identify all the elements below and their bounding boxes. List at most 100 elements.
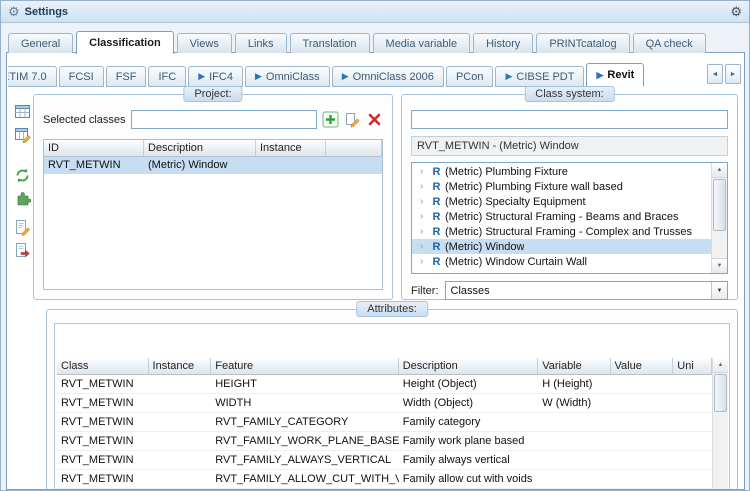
cell <box>611 470 674 488</box>
export-document-icon[interactable] <box>14 242 31 259</box>
scroll-up-icon[interactable]: ▲ <box>713 358 728 373</box>
tree-scrollbar[interactable]: ▲ ▼ <box>711 163 727 273</box>
attributes-table-header: ClassInstanceFeatureDescriptionVariableV… <box>57 358 712 375</box>
table-row[interactable]: RVT_METWINRVT_FAMILY_CATEGORYFamily cate… <box>57 413 712 432</box>
edit-document-icon[interactable] <box>14 219 31 236</box>
attributes-group: Attributes: ClassInstanceFeatureDescript… <box>46 309 738 490</box>
tree-item-label: (Metric) Plumbing Fixture <box>445 166 568 178</box>
table-row[interactable]: RVT_METWINRVT_FAMILY_WORK_PLANE_BASEDFam… <box>57 432 712 451</box>
table-row[interactable]: RVT_METWINHEIGHTHeight (Object)H (Height… <box>57 375 712 394</box>
tree-item[interactable]: ›R(Metric) Specialty Equipment <box>412 194 711 209</box>
subtab-arrow-icon: ▶ <box>255 71 262 82</box>
subtab-fcsi[interactable]: FCSI <box>59 66 104 87</box>
column-header-description[interactable]: Description <box>399 358 538 375</box>
delete-class-button[interactable] <box>366 111 383 128</box>
selected-classes-input[interactable] <box>131 110 317 129</box>
column-header-filler[interactable] <box>326 140 382 157</box>
class-tree: ›R(Metric) Plumbing Fixture›R(Metric) Pl… <box>411 162 728 274</box>
chevron-right-icon[interactable]: › <box>420 254 428 269</box>
add-class-button[interactable] <box>322 111 339 128</box>
tab-history[interactable]: History <box>473 33 533 53</box>
column-header-instance[interactable]: Instance <box>149 358 212 375</box>
gear-icon[interactable]: ⚙ <box>730 5 742 18</box>
tree-item[interactable]: ›R(Metric) Window Curtain Wall <box>412 254 711 269</box>
scrollbar-thumb[interactable] <box>714 374 727 412</box>
chevron-right-icon[interactable]: › <box>420 209 428 224</box>
filter-dropdown[interactable]: Classes ▼ <box>445 281 729 300</box>
subtab-omniclass-2006[interactable]: ▶OmniClass 2006 <box>332 66 444 87</box>
chevron-right-icon[interactable]: › <box>420 224 428 239</box>
cell <box>149 413 212 431</box>
tab-links[interactable]: Links <box>235 33 287 53</box>
subtab-label: IFC <box>158 71 176 83</box>
chevron-right-icon[interactable]: › <box>420 164 428 179</box>
column-header-variable[interactable]: Variable <box>538 358 610 375</box>
tab-general[interactable]: General <box>8 33 73 53</box>
subtab-pcon[interactable]: PCon <box>446 66 494 87</box>
dropdown-arrow-icon[interactable]: ▼ <box>711 282 727 299</box>
subtab-scroll-right-button[interactable]: ► <box>725 64 741 84</box>
tree-item-label: (Metric) Specialty Equipment <box>445 196 586 208</box>
scroll-down-icon[interactable]: ▼ <box>712 258 727 273</box>
tab-translation[interactable]: Translation <box>290 33 370 53</box>
chevron-right-icon[interactable]: › <box>420 194 428 209</box>
delete-x-icon <box>366 111 383 128</box>
plugin-green-icon[interactable] <box>14 190 31 207</box>
column-header-feature[interactable]: Feature <box>211 358 398 375</box>
scrollbar-thumb[interactable] <box>713 179 726 231</box>
subtab-ifc[interactable]: IFC <box>148 66 186 87</box>
table-icon[interactable] <box>14 103 31 120</box>
tab-qa-check[interactable]: QA check <box>633 33 706 53</box>
cell <box>611 375 674 393</box>
tree-item[interactable]: ›R(Metric) Plumbing Fixture wall based <box>412 179 711 194</box>
tree-item[interactable]: ›R(Metric) Plumbing Fixture <box>412 164 711 179</box>
column-header-id[interactable]: ID <box>44 140 144 157</box>
subtab-label: FCSI <box>69 71 94 83</box>
table-row[interactable]: RVT_METWIN(Metric) Window <box>44 157 382 174</box>
cell <box>673 413 712 431</box>
subtab-etim-7-0[interactable]: ETIM 7.0 <box>8 66 57 87</box>
tab-media-variable[interactable]: Media variable <box>373 33 471 53</box>
tree-item[interactable]: ›R(Metric) Structural Framing - Beams an… <box>412 209 711 224</box>
cell: HEIGHT <box>211 375 399 393</box>
tree-item[interactable]: ›R(Metric) Window <box>412 239 711 254</box>
table-row[interactable]: RVT_METWINRVT_FAMILY_ALLOW_CUT_WITH_VOID… <box>57 470 712 489</box>
sync-green-icon[interactable] <box>14 167 31 184</box>
table-row[interactable]: RVT_METWINRVT_FAMILY_ALWAYS_VERTICALFami… <box>57 451 712 470</box>
cell <box>256 157 326 174</box>
cell: RVT_METWIN <box>57 432 149 450</box>
subtab-omniclass[interactable]: ▶OmniClass <box>245 66 330 87</box>
column-header-description[interactable]: Description <box>144 140 256 157</box>
edit-class-button[interactable] <box>344 111 361 128</box>
scroll-up-icon[interactable]: ▲ <box>712 163 727 178</box>
tab-views[interactable]: Views <box>177 33 232 53</box>
column-header-uni[interactable]: Uni <box>673 358 712 375</box>
filter-value: Classes <box>446 285 712 297</box>
attributes-scrollbar[interactable]: ▲ <box>712 358 728 490</box>
chevron-right-icon[interactable]: › <box>420 179 428 194</box>
class-search-input[interactable] <box>411 110 728 129</box>
subtab-scroll-left-button[interactable]: ◄ <box>707 64 723 84</box>
column-header-value[interactable]: Value <box>611 358 674 375</box>
cell <box>149 470 212 488</box>
column-header-instance[interactable]: Instance <box>256 140 326 157</box>
main-tab-bar: GeneralClassificationViewsLinksTranslati… <box>8 30 706 53</box>
subtab-revit[interactable]: ▶Revit <box>586 63 644 87</box>
column-header-class[interactable]: Class <box>57 358 149 375</box>
tree-item[interactable]: ›R(Metric) Structural Framing - Complex … <box>412 224 711 239</box>
tab-printcatalog[interactable]: PRINTcatalog <box>536 33 629 53</box>
tab-classification[interactable]: Classification <box>76 31 174 54</box>
subtab-ifc4[interactable]: ▶IFC4 <box>188 66 243 87</box>
chevron-right-icon[interactable]: › <box>420 239 428 254</box>
table-edit-icon[interactable] <box>14 126 31 143</box>
project-table: IDDescriptionInstance RVT_METWIN(Metric)… <box>43 139 383 290</box>
revit-r-icon: R <box>431 166 442 178</box>
settings-gear-icon: ⚙ <box>8 5 20 18</box>
subtab-cibse-pdt[interactable]: ▶CIBSE PDT <box>495 66 584 87</box>
subtab-label: Revit <box>607 69 634 81</box>
tree-item-label: (Metric) Structural Framing - Complex an… <box>445 226 692 238</box>
subtab-fsf[interactable]: FSF <box>106 66 147 87</box>
table-row[interactable]: RVT_METWINWIDTHWidth (Object)W (Width) <box>57 394 712 413</box>
selected-class-display: RVT_METWIN - (Metric) Window <box>411 136 728 156</box>
project-table-header: IDDescriptionInstance <box>44 140 382 157</box>
